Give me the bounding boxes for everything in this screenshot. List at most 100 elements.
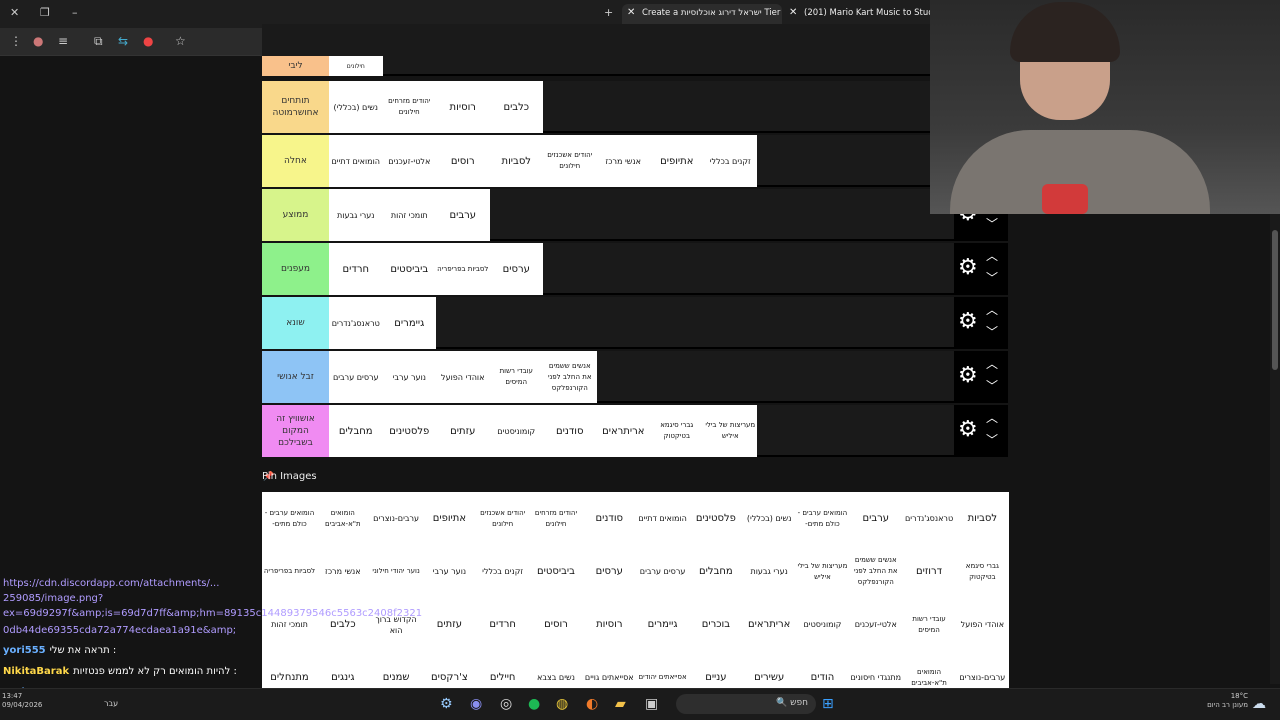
tier-items[interactable]: ערבים תומכי זהות נערי גבעות (329, 189, 490, 241)
chat-link-line[interactable]: https://cdn.discordapp.com/attachments/.… (3, 578, 219, 589)
scrollbar-thumb[interactable] (1272, 230, 1278, 370)
tier-item[interactable]: לסביות בפריפריה (436, 243, 490, 295)
tier-item[interactable]: הומואים דתיים (329, 135, 383, 187)
tier-item[interactable]: ביביסטים (383, 243, 437, 295)
pool-item[interactable]: נערי גבעות (743, 545, 796, 598)
pool-item[interactable]: אריתראים (743, 598, 796, 651)
tab-tierlist[interactable]: ✕ Create a ישראל דירוג אוכלוסיות Tier l (622, 4, 782, 24)
pool-item[interactable]: אנשים ששמים את החלב לפני הקורנפלקס (849, 545, 902, 598)
pool-item[interactable]: אוהדי הפועל (956, 598, 1009, 651)
pool-item[interactable]: פלסטינים (689, 492, 742, 545)
pool-item[interactable]: זקנים בכללי (476, 545, 529, 598)
pool-item[interactable]: אלטי-זעכנים (849, 598, 902, 651)
discord-icon[interactable]: ◉ (470, 696, 482, 712)
tab-mario-kart[interactable]: ✕ (201) Mario Kart Music to Study (784, 4, 930, 24)
tier-item[interactable]: אנשי מרכז (597, 135, 651, 187)
tier-items[interactable]: ערסים לסביות בפריפריה ביביסטים חרדים (329, 243, 543, 295)
move-down-icon[interactable]: ﹀ (986, 269, 998, 286)
new-tab-button[interactable]: + (604, 6, 613, 19)
pool-item[interactable]: ערסים ערבים (636, 545, 689, 598)
pool-item[interactable]: הקדוש ברוך הוא (369, 598, 422, 651)
restore-window-icon[interactable]: ❐ (40, 6, 50, 19)
tier-item[interactable]: אריתראים (597, 405, 651, 457)
translate-icon[interactable]: ⇆ (118, 34, 128, 48)
chat-link-line[interactable]: 259085/image.png? (3, 593, 103, 604)
pool-item[interactable]: עזתים (423, 598, 476, 651)
pool-item[interactable]: רוסים (529, 598, 582, 651)
pool-item[interactable]: הומואים ערבים -כולם מתים- (263, 492, 316, 545)
pool-item[interactable]: יהודים מזרחים חילונים (529, 492, 582, 545)
pool-item[interactable]: יהודים אשכנזים חילונים (476, 492, 529, 545)
minimize-window-icon[interactable]: – (72, 6, 78, 19)
pool-item[interactable]: מחבלים (689, 545, 742, 598)
chrome-icon[interactable]: ◍ (556, 696, 568, 712)
tier-item[interactable]: עזתים (436, 405, 490, 457)
pool-item[interactable]: ערבים (849, 492, 902, 545)
steam-icon[interactable]: ⚙ (440, 696, 453, 712)
tier-item[interactable]: תומכי זהות (383, 189, 437, 241)
pool-item[interactable]: תומכי זהות (263, 598, 316, 651)
pool-item[interactable]: נוער יהודי חילוני (369, 545, 422, 598)
close-tab-icon[interactable]: ✕ (789, 7, 797, 18)
pool-item[interactable]: נוער ערבי (423, 545, 476, 598)
pool-item[interactable]: לסביות בפריפריה (263, 545, 316, 598)
settings-gear-icon[interactable]: ⚙ (958, 309, 978, 334)
tier-items[interactable]: מעריצות של בילי איליש גברי סיגמא בטיקטוק א… (329, 405, 757, 457)
chat-username[interactable]: NikitaBarak (3, 666, 69, 677)
tier-item[interactable]: נערי גבעות (329, 189, 383, 241)
unranked-pool[interactable]: לסביות טראנסג'נדרים ערבים הומואים ערבים -כו… (262, 492, 1009, 688)
tier-item[interactable]: גיימרים (383, 297, 437, 349)
bookmark-star-icon[interactable]: ☆ (175, 34, 186, 48)
pool-item[interactable]: דרוזים (902, 545, 955, 598)
tier-item[interactable]: ערסים ערבים (329, 351, 383, 403)
pool-item[interactable]: קומוניסטים (796, 598, 849, 651)
tier-item[interactable]: מחבלים (329, 405, 383, 457)
menu-icon[interactable]: ⋮ (10, 34, 22, 48)
pool-item[interactable]: הומואים דתיים (636, 492, 689, 545)
tier-item[interactable]: אלטי-זעכנים (383, 135, 437, 187)
tier-item[interactable]: לסביות (490, 135, 544, 187)
tier-items[interactable]: אנשים ששמים את החלב לפני הקורנפלקס עובדי … (329, 351, 597, 403)
settings-gear-icon[interactable]: ⚙ (958, 255, 978, 280)
pool-item[interactable]: אנשי מרכז (316, 545, 369, 598)
tier-item[interactable]: עובדי רשות המיסים (490, 351, 544, 403)
tier-item[interactable]: חרדים (329, 243, 383, 295)
tier-item[interactable]: יהודים מזרחים חילונים (383, 81, 437, 133)
tier-item[interactable]: אנשים ששמים את החלב לפני הקורנפלקס (543, 351, 597, 403)
pool-item[interactable]: מעריצות של בילי איליש (796, 545, 849, 598)
tier-item[interactable]: גברי סיגמא בטיקטוק (650, 405, 704, 457)
pool-item[interactable]: נשים (בכללי) (743, 492, 796, 545)
obs-icon[interactable]: ◎ (500, 696, 512, 712)
move-down-icon[interactable]: ﹀ (986, 377, 998, 394)
reading-list-icon[interactable]: ≡ (58, 34, 68, 48)
pool-item[interactable]: בוכרים (689, 598, 742, 651)
tier-items[interactable]: חילונים (329, 56, 383, 76)
pool-item[interactable]: הומואים ת"א-אביבים (316, 492, 369, 545)
pool-item[interactable]: גברי סיגמא בטיקטוק (956, 545, 1009, 598)
tier-items[interactable]: זקנים בכללי אתיופים אנשי מרכז יהודים אשכנזי… (329, 135, 757, 187)
pool-item[interactable]: סודנים (583, 492, 636, 545)
pool-item[interactable]: טראנסג'נדרים (902, 492, 955, 545)
profile-icon[interactable]: ● (33, 34, 43, 48)
tier-item[interactable]: מעריצות של בילי איליש (704, 405, 758, 457)
app-icon[interactable]: ▣ (645, 696, 658, 712)
tier-item[interactable]: אתיופים (650, 135, 704, 187)
tier-item[interactable]: סודנים (543, 405, 597, 457)
tier-items[interactable]: כלבים רוסיות יהודים מזרחים חילונים נשים (בכ… (329, 81, 543, 133)
record-icon[interactable]: ● (143, 34, 153, 48)
tier-item[interactable]: פלסטינים (383, 405, 437, 457)
chat-username[interactable]: yori555 (3, 645, 46, 656)
spotify-icon[interactable]: ● (528, 696, 540, 712)
language-indicator[interactable]: עבר (104, 699, 118, 708)
tier-item[interactable]: נשים (בכללי) (329, 81, 383, 133)
settings-gear-icon[interactable]: ⚙ (958, 363, 978, 388)
tier-item[interactable]: יהודים אשכנזים חילונים (543, 135, 597, 187)
pool-item[interactable]: ביביסטים (529, 545, 582, 598)
move-up-icon[interactable]: ︿ (986, 409, 998, 426)
pool-item[interactable]: כלבים (316, 598, 369, 651)
tier-item[interactable]: ערבים (436, 189, 490, 241)
tier-item[interactable]: קומוניסטים (490, 405, 544, 457)
close-window-icon[interactable]: ✕ (10, 6, 19, 19)
tier-item[interactable]: נוער ערבי (383, 351, 437, 403)
move-down-icon[interactable]: ﹀ (986, 323, 998, 340)
